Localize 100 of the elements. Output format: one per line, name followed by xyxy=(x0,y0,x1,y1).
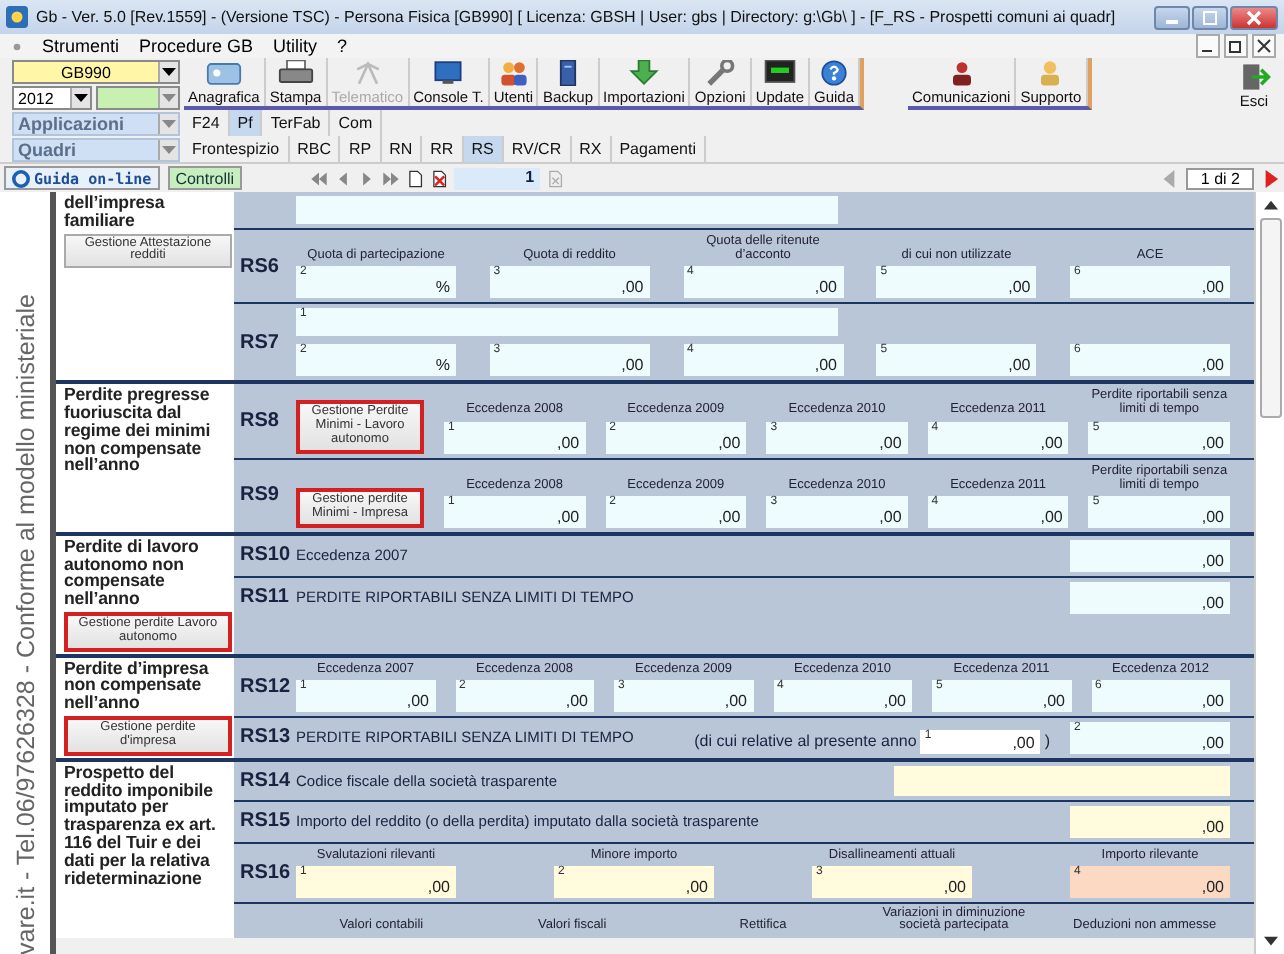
field-value: ,00 xyxy=(943,877,966,896)
input-field[interactable]: ,00 xyxy=(1070,539,1230,572)
delete-page-icon[interactable] xyxy=(430,169,449,187)
tab[interactable]: RX xyxy=(571,136,612,162)
closing-parenthesis: ) xyxy=(1044,732,1050,751)
caret-icon xyxy=(162,146,176,154)
app-logo-icon xyxy=(6,6,28,28)
row-code: RS11 xyxy=(240,586,289,609)
tab[interactable]: Frontespizio xyxy=(184,136,290,162)
menu-item[interactable]: Procedure GB xyxy=(139,36,254,56)
field-value: ,00 xyxy=(1040,433,1063,452)
field-value: ,00 xyxy=(814,356,837,375)
monitor-icon xyxy=(430,60,467,86)
tab[interactable]: RS xyxy=(463,136,504,162)
field-value: ,00 xyxy=(1201,507,1224,526)
tab[interactable]: Pagamenti xyxy=(611,136,706,162)
row-code: RS14 xyxy=(240,769,291,792)
previous-page-icon[interactable] xyxy=(334,169,353,187)
tab[interactable]: TerFab xyxy=(262,110,331,136)
field-value: ,00 xyxy=(1201,551,1224,570)
tab[interactable]: RV/CR xyxy=(503,136,572,162)
field-value: % xyxy=(435,356,450,375)
menu-item[interactable]: ? xyxy=(337,36,348,56)
download-icon xyxy=(625,60,662,86)
section-label: Perdite pregresse fuoriuscita dal regime dei minimi non compensate nell’anno xyxy=(64,386,213,475)
tab[interactable]: Com xyxy=(330,110,383,136)
previous-icon[interactable] xyxy=(1160,169,1179,187)
field-value: ,00 xyxy=(556,507,580,526)
field-value: ,00 xyxy=(1201,817,1224,836)
maximize-button[interactable] xyxy=(1192,5,1228,29)
code-dropdown[interactable]: GB990 xyxy=(12,60,180,84)
menu-item[interactable]: Utility xyxy=(273,36,318,56)
row-code: RS10 xyxy=(240,544,291,567)
tab[interactable]: Pf xyxy=(229,110,263,136)
caret-icon xyxy=(74,94,88,102)
section-label: dell’impresa familiare xyxy=(64,194,167,230)
field-value: ,00 xyxy=(879,507,902,526)
field-value: ,00 xyxy=(621,356,644,375)
wrench-icon xyxy=(702,60,739,86)
field-value: ,00 xyxy=(1040,507,1063,526)
row-note: (di cui relative al presente anno xyxy=(694,732,917,751)
cancel-icon[interactable] xyxy=(546,169,565,187)
field-value: ,00 xyxy=(1201,356,1224,375)
caret-icon xyxy=(162,94,176,102)
checks-button[interactable]: Controlli xyxy=(167,166,243,190)
tab[interactable]: RBC xyxy=(289,136,341,162)
field-value: ,00 xyxy=(1201,278,1224,297)
maximize-icon xyxy=(1200,9,1220,25)
dropdown[interactable] xyxy=(96,86,180,110)
bullet-icon xyxy=(12,41,22,51)
field-value: ,00 xyxy=(621,278,644,297)
field-value: ,00 xyxy=(724,691,747,710)
caret-icon xyxy=(162,120,176,128)
scroll-down-icon[interactable] xyxy=(1263,936,1277,946)
first-page-icon[interactable] xyxy=(310,169,329,187)
scroll-up-icon[interactable] xyxy=(1263,200,1277,210)
tab[interactable]: RP xyxy=(340,136,382,162)
field-value: ,00 xyxy=(1201,691,1224,710)
field-value: ,00 xyxy=(883,691,906,710)
field-value: ,00 xyxy=(1008,278,1031,297)
row-code: RS12 xyxy=(240,675,291,698)
field-value: ,00 xyxy=(1201,593,1224,612)
restore-button[interactable] xyxy=(1224,34,1248,58)
card-icon xyxy=(205,60,242,86)
field-value: % xyxy=(435,278,450,297)
field-value: ,00 xyxy=(1201,877,1224,896)
quadri-dropdown[interactable]: Quadri xyxy=(12,138,180,162)
page-count: 1 di 2 xyxy=(1186,167,1254,189)
input-field[interactable] xyxy=(893,765,1230,796)
field-value: ,00 xyxy=(814,278,837,297)
scroll-thumb[interactable] xyxy=(1259,218,1281,418)
field-value: ,00 xyxy=(1201,433,1224,452)
scrollbar[interactable] xyxy=(1254,192,1284,954)
tab[interactable]: RN xyxy=(381,136,423,162)
field-value: ,00 xyxy=(556,433,580,452)
page-number-field[interactable]: 1 xyxy=(454,167,541,189)
input-field[interactable]: ,00 xyxy=(1070,805,1230,838)
new-page-icon[interactable] xyxy=(406,169,425,187)
close-icon xyxy=(1244,9,1264,25)
row-code: RS6 xyxy=(240,255,279,278)
restore-icon xyxy=(1228,38,1244,54)
row-code: RS7 xyxy=(240,331,279,354)
field-value: ,00 xyxy=(1012,733,1035,752)
input-field[interactable] xyxy=(296,196,838,224)
minimize-button[interactable] xyxy=(1196,34,1220,58)
field-value: ,00 xyxy=(718,433,741,452)
next-icon[interactable] xyxy=(1262,169,1280,187)
row-code: RS9 xyxy=(240,484,279,507)
menu-item[interactable]: Strumenti xyxy=(42,36,120,56)
section-label: Perdite di lavoro autonomo non compensate nell’anno xyxy=(64,537,201,609)
year-dropdown[interactable]: 2012 xyxy=(12,86,92,110)
caret-icon xyxy=(162,68,176,76)
section-label: Prospetto del reddito imponibile imputato per trasparenza ex art. 116 del Tuir e dei dati per la relativa rideterminazione xyxy=(64,763,218,887)
row-code: RS15 xyxy=(240,810,291,833)
field-value: ,00 xyxy=(718,507,741,526)
applications-dropdown[interactable]: Applicazioni xyxy=(12,112,180,136)
input-field[interactable]: ,00 xyxy=(1070,581,1230,614)
close-icon xyxy=(1256,38,1272,54)
field-value: ,00 xyxy=(1201,733,1224,752)
close-button[interactable] xyxy=(1252,34,1276,58)
